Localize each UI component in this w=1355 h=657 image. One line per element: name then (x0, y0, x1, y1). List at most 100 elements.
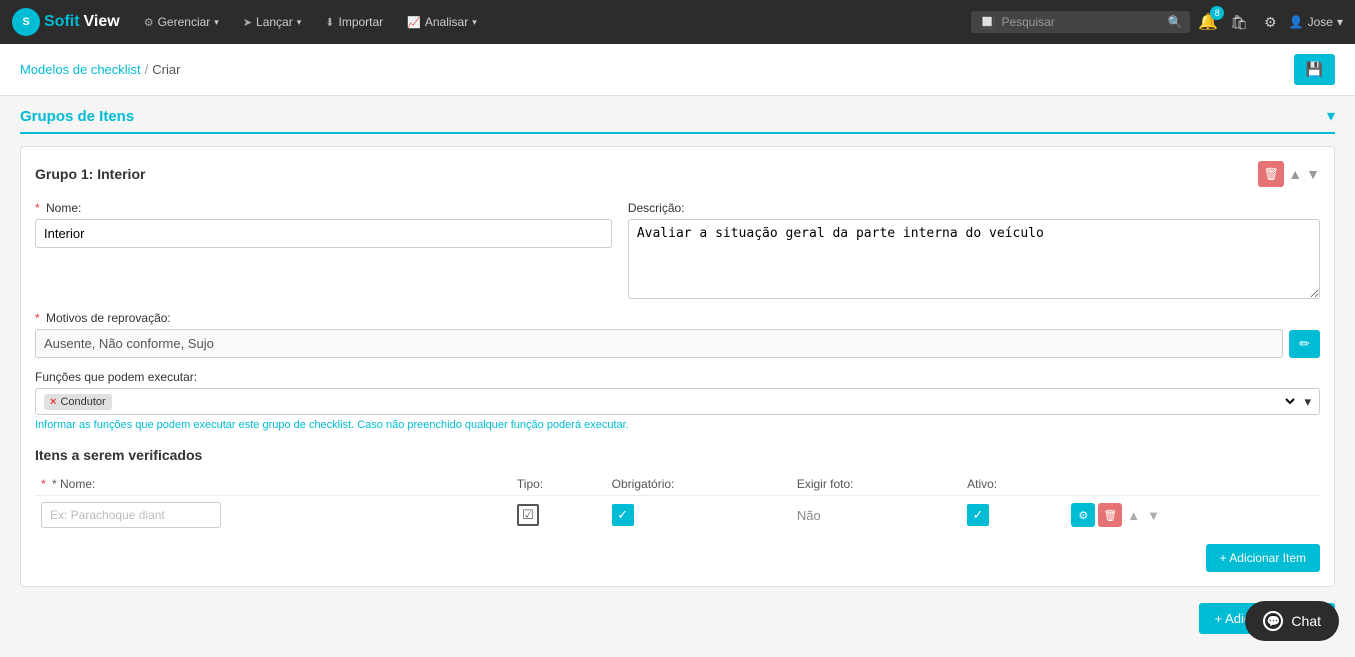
gerenciar-icon: ⚙ (144, 16, 154, 29)
bag-icon[interactable]: 🛍 (1226, 14, 1252, 31)
itens-title: Itens a serem verificados (35, 447, 1320, 463)
condutor-tag-label: Condutor (60, 396, 105, 408)
section-title: Grupos de Itens (20, 108, 134, 125)
item-exigir-foto-cell: Não (791, 496, 961, 535)
save-button[interactable]: 💾 (1294, 54, 1335, 85)
item-actions-cell: ⚙ 🗑 ▲ ▼ (1065, 496, 1320, 535)
chat-label: Chat (1291, 613, 1321, 629)
lancar-icon: ➤ (243, 16, 252, 29)
item-ativo-cell: ✓ (961, 496, 1065, 535)
chat-button[interactable]: 💬 Chat (1245, 601, 1339, 641)
user-name: Jose (1308, 15, 1333, 29)
group-move-down-button[interactable]: ▼ (1306, 166, 1320, 182)
logo-icon: S (12, 8, 40, 36)
add-item-button[interactable]: + Adicionar Item (1206, 544, 1320, 572)
table-row: ☑ ✓ Não ✓ ⚙ (35, 496, 1320, 535)
breadcrumb-separator: / (145, 62, 149, 77)
item-tipo-checkbox[interactable]: ☑ (517, 504, 539, 526)
logo: S Sofit View (12, 8, 120, 36)
logo-view: View (84, 13, 120, 31)
motivos-label: * Motivos de reprovação: (35, 311, 1320, 325)
group-title: Grupo 1: Interior (35, 166, 145, 182)
name-desc-row: * Nome: Descrição: Avaliar a situação ge… (35, 201, 1320, 299)
th-obrigatorio: Obrigatório: (606, 473, 791, 496)
nav-gerenciar[interactable]: ⚙ Gerenciar ▾ (134, 0, 229, 44)
search-input[interactable] (1001, 15, 1161, 29)
notification-badge: 8 (1210, 6, 1224, 20)
chat-bubble-icon: 💬 (1263, 611, 1283, 631)
topnav: S Sofit View ⚙ Gerenciar ▾ ➤ Lançar ▾ ⬇ … (0, 0, 1355, 44)
nav-importar[interactable]: ⬇ Importar (315, 0, 393, 44)
th-nome: * * Nome: (35, 473, 511, 496)
motivos-input[interactable] (35, 329, 1283, 358)
group-move-up-button[interactable]: ▲ (1288, 166, 1302, 182)
item-name-input[interactable] (41, 502, 221, 528)
nav-lancar[interactable]: ➤ Lançar ▾ (233, 0, 311, 44)
name-field-group: * Nome: (35, 201, 612, 299)
settings-icon[interactable]: ⚙ (1260, 14, 1281, 31)
group-delete-button[interactable]: 🗑 (1258, 161, 1284, 187)
importar-icon: ⬇ (325, 16, 334, 29)
add-item-area: + Adicionar Item (35, 534, 1320, 572)
th-exigir-foto: Exigir foto: (791, 473, 961, 496)
item-obrigatorio-cell: ✓ (606, 496, 791, 535)
notification-bell[interactable]: 🔔 8 (1198, 12, 1218, 32)
name-required-star: * (35, 201, 40, 215)
item-actions: ⚙ 🗑 ▲ ▼ (1071, 503, 1314, 527)
condutor-tag-remove[interactable]: × (50, 396, 56, 408)
group-header: Grupo 1: Interior 🗑 ▲ ▼ (35, 161, 1320, 187)
topnav-right: 🔲 🔍 🔔 8 🛍 ⚙ 👤 Jose ▾ (971, 11, 1343, 33)
analisar-icon: 📈 (407, 16, 421, 29)
item-move-down-button[interactable]: ▼ (1145, 508, 1162, 523)
breadcrumb-link[interactable]: Modelos de checklist (20, 62, 141, 77)
group-actions: 🗑 ▲ ▼ (1258, 161, 1320, 187)
lancar-caret: ▾ (297, 17, 302, 28)
logo-sofit: Sofit (44, 13, 80, 31)
search-box-icon: 🔲 (979, 14, 995, 30)
itens-table: * * Nome: Tipo: Obrigatório: Exigir foto… (35, 473, 1320, 534)
desc-textarea[interactable]: Avaliar a situação geral da parte intern… (628, 219, 1320, 299)
motivos-edit-button[interactable]: ✏ (1289, 330, 1320, 358)
analisar-caret: ▾ (472, 17, 477, 28)
itens-section: Itens a serem verificados * * Nome: Tipo… (35, 447, 1320, 572)
main-content: Grupos de Itens ▾ Grupo 1: Interior 🗑 ▲ … (0, 96, 1355, 654)
th-ativo: Ativo: (961, 473, 1065, 496)
desc-field-group: Descrição: Avaliar a situação geral da p… (628, 201, 1320, 299)
breadcrumb-current: Criar (152, 62, 180, 77)
funcoes-caret: ▾ (1304, 394, 1311, 410)
user-menu[interactable]: 👤 Jose ▾ (1289, 15, 1343, 29)
section-collapse-button[interactable]: ▾ (1327, 106, 1335, 126)
funcoes-select[interactable] (118, 393, 1299, 410)
item-name-cell (35, 496, 511, 535)
item-tipo-cell: ☑ (511, 496, 606, 535)
condutor-tag: × Condutor (44, 394, 112, 410)
th-tipo: Tipo: (511, 473, 606, 496)
funcoes-hint: Informar as funções que podem executar e… (35, 419, 1320, 431)
name-input[interactable] (35, 219, 612, 248)
item-settings-button[interactable]: ⚙ (1071, 503, 1095, 527)
group-card: Grupo 1: Interior 🗑 ▲ ▼ * Nome: Descriçã… (20, 146, 1335, 587)
item-exigir-foto-value: Não (797, 508, 821, 523)
name-label: * Nome: (35, 201, 612, 215)
breadcrumb: Modelos de checklist / Criar (20, 62, 180, 77)
search-submit-button[interactable]: 🔍 (1167, 15, 1182, 29)
desc-label: Descrição: (628, 201, 1320, 215)
user-caret: ▾ (1337, 15, 1343, 29)
nav-analisar[interactable]: 📈 Analisar ▾ (397, 0, 487, 44)
funcoes-label: Funções que podem executar: (35, 370, 1320, 384)
item-move-up-button[interactable]: ▲ (1125, 508, 1142, 523)
motivos-required-star: * (35, 311, 40, 325)
motivos-row: ✏ (35, 329, 1320, 358)
item-ativo-checkbox[interactable]: ✓ (967, 504, 989, 526)
item-obrigatorio-checkbox[interactable]: ✓ (612, 504, 634, 526)
th-actions (1065, 473, 1320, 496)
add-group-area: + Adicionar Grupo (20, 603, 1335, 634)
section-header: Grupos de Itens ▾ (20, 106, 1335, 134)
funcoes-select-wrap[interactable]: × Condutor ▾ (35, 388, 1320, 415)
user-icon: 👤 (1289, 15, 1304, 29)
breadcrumb-bar: Modelos de checklist / Criar 💾 (0, 44, 1355, 96)
gerenciar-caret: ▾ (214, 17, 219, 28)
search-box: 🔲 🔍 (971, 11, 1190, 33)
item-delete-button[interactable]: 🗑 (1098, 503, 1122, 527)
funcoes-section: Funções que podem executar: × Condutor ▾… (35, 370, 1320, 431)
